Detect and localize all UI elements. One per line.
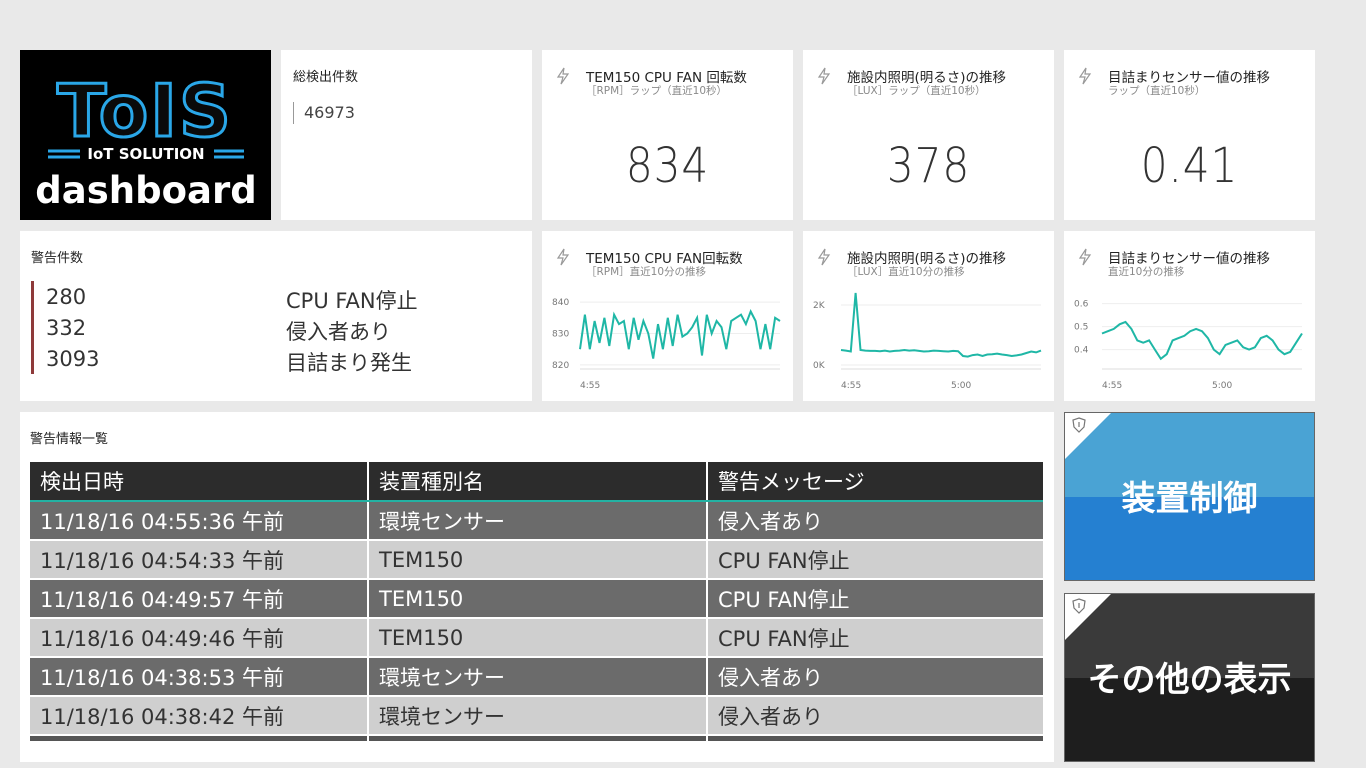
logo-dashboard-label: dashboard <box>35 169 256 212</box>
y-tick-label: 820 <box>552 361 569 371</box>
shield-icon <box>1072 417 1086 433</box>
trend-cpu-fan-tile[interactable]: TEM150 CPU FAN回転数 ［RPM］直近10分の推移 840 830 82… <box>542 231 793 401</box>
alert-message: 侵入者あり <box>286 320 391 344</box>
card-value: 378 <box>886 138 971 194</box>
alert-count: 3093 <box>46 347 100 371</box>
card-clog-sensor[interactable]: 目詰まりセンサー値の推移 ラップ（直近10秒） 0.41 <box>1064 50 1315 220</box>
logo-brand: ToIS <box>57 69 233 153</box>
cell-message: CPU FAN停止 <box>707 540 1043 580</box>
lightning-icon <box>817 67 831 85</box>
y-tick-label: 0K <box>813 361 826 371</box>
series-line <box>1101 320 1303 361</box>
lightning-icon <box>556 67 570 85</box>
total-count-title: 総検出件数 <box>293 70 359 85</box>
alert-row: 3093 目詰まり発生 <box>34 343 504 375</box>
device-control-label: 装置制御 <box>1121 479 1258 519</box>
card-subtitle: ラップ（直近10秒） <box>1108 85 1206 97</box>
y-tick-label: 830 <box>552 330 569 340</box>
y-tick-label: 0.4 <box>1074 346 1089 356</box>
table-row[interactable]: 11/18/16 04:55:36 午前 環境センサー 侵入者あり <box>30 501 1043 541</box>
other-display-button[interactable]: その他の表示 <box>1064 593 1315 762</box>
cell-message: 侵入者あり <box>707 696 1043 736</box>
x-tick-label: 4:55 <box>1102 381 1122 391</box>
cell-date: 11/18/16 04:54:33 午前 <box>30 540 369 580</box>
card-subtitle: ［RPM］ラップ（直近10秒） <box>586 85 728 97</box>
shield-icon <box>1072 598 1086 614</box>
cell-date: 11/18/16 04:38:42 午前 <box>30 696 369 736</box>
card-cpu-fan[interactable]: TEM150 CPU FAN 回転数 ［RPM］ラップ（直近10秒） 834 <box>542 50 793 220</box>
card-subtitle: ［LUX］ラップ（直近10秒） <box>847 85 986 97</box>
alert-message: 目詰まり発生 <box>286 351 412 375</box>
alert-row: 332 侵入者あり <box>34 312 504 344</box>
trend-chart: 840 830 820 4:55 <box>552 298 781 391</box>
cell-device: 環境センサー <box>368 696 708 736</box>
trend-clog-tile[interactable]: 目詰まりセンサー値の推移 直近10分の推移 0.6 0.5 0.4 4:55 5:00 <box>1064 231 1315 401</box>
cell-device: 環境センサー <box>368 501 708 541</box>
x-tick-label: 4:55 <box>580 381 600 391</box>
cell-message: CPU FAN停止 <box>707 618 1043 658</box>
alert-list: 280 CPU FAN停止 332 侵入者あり 3093 目詰まり発生 <box>31 281 504 375</box>
series-line <box>579 309 781 359</box>
table-row[interactable]: 11/18/16 04:54:33 午前 TEM150 CPU FAN停止 <box>30 540 1043 580</box>
cell-device: 環境センサー <box>368 657 708 697</box>
alert-count: 332 <box>46 316 87 340</box>
card-value: 0.41 <box>1140 138 1239 194</box>
logo-tagline: IoT SOLUTION <box>87 145 204 163</box>
cell-date: 11/18/16 04:49:57 午前 <box>30 579 369 619</box>
table-row-partial <box>30 735 1043 741</box>
x-tick-label: 5:00 <box>951 381 971 391</box>
cell-message: CPU FAN停止 <box>707 579 1043 619</box>
card-value: 834 <box>625 138 710 194</box>
table-row[interactable]: 11/18/16 04:49:46 午前 TEM150 CPU FAN停止 <box>30 618 1043 658</box>
trend-chart: 2K 0K 4:55 5:00 <box>813 292 1042 391</box>
y-tick-label: 0.5 <box>1074 323 1088 333</box>
column-header-message[interactable]: 警告メッセージ <box>707 462 1043 502</box>
alert-count: 280 <box>46 285 87 309</box>
x-tick-label: 5:00 <box>1212 381 1232 391</box>
alert-row: 280 CPU FAN停止 <box>34 281 504 313</box>
y-tick-label: 0.6 <box>1074 300 1089 310</box>
table-header-row: 検出日時 装置種別名 警告メッセージ <box>30 462 1043 502</box>
cell-device: TEM150 <box>368 618 708 658</box>
alert-message: CPU FAN停止 <box>286 289 418 313</box>
cell-message: 侵入者あり <box>707 657 1043 697</box>
alert-table: 検出日時 装置種別名 警告メッセージ 11/18/16 04:55:36 午前 … <box>30 462 1043 741</box>
total-count-tile[interactable]: 総検出件数 46973 <box>281 50 532 220</box>
tois-logo: ToIS IoT SOLUTION dashboard <box>35 68 256 213</box>
cell-date: 11/18/16 04:55:36 午前 <box>30 501 369 541</box>
cell-device: TEM150 <box>368 540 708 580</box>
trend-lighting-tile[interactable]: 施設内照明(明るさ)の推移 ［LUX］直近10分の推移 2K 0K 4:55 5:00 <box>803 231 1054 401</box>
other-display-label: その他の表示 <box>1087 660 1292 700</box>
alert-table-tile[interactable]: 警告情報一覧 検出日時 装置種別名 警告メッセージ 11/18/16 04:55… <box>20 412 1054 762</box>
total-count-value: 46973 <box>293 102 355 124</box>
device-control-button[interactable]: 装置制御 <box>1064 412 1315 581</box>
cell-date: 11/18/16 04:49:46 午前 <box>30 618 369 658</box>
cell-date: 11/18/16 04:38:53 午前 <box>30 657 369 697</box>
series-line <box>840 292 1042 358</box>
x-tick-label: 4:55 <box>841 381 861 391</box>
card-lighting[interactable]: 施設内照明(明るさ)の推移 ［LUX］ラップ（直近10秒） 378 <box>803 50 1054 220</box>
column-header-date[interactable]: 検出日時 <box>30 462 369 502</box>
column-header-device[interactable]: 装置種別名 <box>368 462 708 502</box>
cell-device: TEM150 <box>368 579 708 619</box>
alert-count-title: 警告件数 <box>31 251 84 266</box>
alert-table-title: 警告情報一覧 <box>30 432 109 447</box>
y-tick-label: 2K <box>813 301 826 311</box>
logo-tile[interactable]: ToIS IoT SOLUTION dashboard <box>20 50 271 220</box>
table-row[interactable]: 11/18/16 04:49:57 午前 TEM150 CPU FAN停止 <box>30 579 1043 619</box>
alert-count-tile[interactable]: 警告件数 280 CPU FAN停止 332 侵入者あり 3093 目詰まり発生 <box>20 231 532 401</box>
y-tick-label: 840 <box>552 298 569 308</box>
cell-message: 侵入者あり <box>707 501 1043 541</box>
trend-chart: 0.6 0.5 0.4 4:55 5:00 <box>1074 300 1303 391</box>
table-row[interactable]: 11/18/16 04:38:42 午前 環境センサー 侵入者あり <box>30 696 1043 736</box>
lightning-icon <box>1078 67 1092 85</box>
table-row[interactable]: 11/18/16 04:38:53 午前 環境センサー 侵入者あり <box>30 657 1043 697</box>
